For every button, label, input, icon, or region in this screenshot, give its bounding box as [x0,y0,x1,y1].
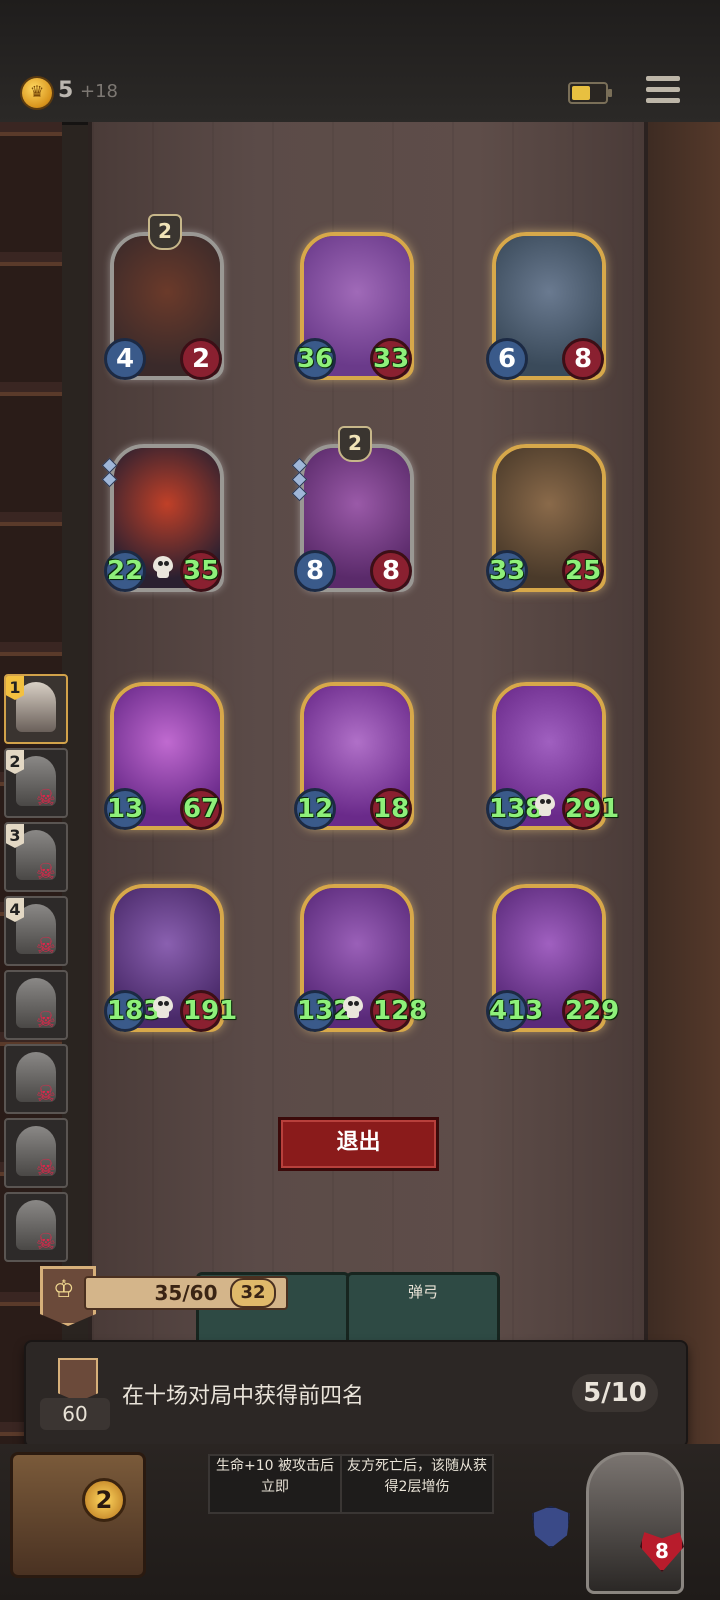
player-slot[interactable]: 4 ☠ [4,896,68,966]
card-attack: 12 [294,788,336,830]
card-red-haired-archer[interactable]: 33 25 [486,438,606,592]
card-black-panther[interactable]: 183 191 [104,878,237,1032]
card-health: 67 [180,788,222,830]
exit-button[interactable]: 退出 [278,1117,439,1171]
player-slot[interactable]: ☠ [4,1192,68,1262]
card-attack: 183 [104,990,161,1032]
item-description-right: 友方死亡后，该随从获得2层增伤 [340,1454,494,1514]
card-writer[interactable]: 12 18 [294,676,414,830]
card-attack: 22 [104,550,146,592]
card-attack: 413 [486,990,543,1032]
quest-crown-icon [58,1358,98,1402]
top-bar [0,0,720,125]
eliminated-skull-icon: ☠ [36,934,56,959]
card-health: 291 [562,788,619,830]
card-health: 8 [370,550,412,592]
card-health: 229 [562,990,619,1032]
player-slot[interactable]: 2 ☠ [4,748,68,818]
skull-icon [340,996,366,1020]
card-attack: 33 [486,550,528,592]
card-health: 8 [562,338,604,380]
reroll-cost-badge[interactable]: 2 [82,1478,126,1522]
gold-count: 5 [58,78,74,103]
player-slot[interactable]: ☠ [4,1044,68,1114]
item-label: 弹弓 [407,1283,438,1301]
card-attack: 8 [294,550,336,592]
card-attack: 132 [294,990,351,1032]
hero-portrait[interactable] [586,1452,684,1594]
card-deer[interactable]: 132 128 [294,878,427,1032]
shop-chest[interactable] [10,1452,146,1578]
card-health: 2 [180,338,222,380]
quest-text: 在十场对局中获得前四名 [122,1384,365,1409]
card-ghost-beast[interactable]: 68 [486,226,606,380]
player-slot[interactable]: ☠ [4,970,68,1040]
menu-icon[interactable] [646,74,680,106]
player-rank: 1 [6,676,24,700]
gold-coin-icon: ♛ [22,78,52,108]
skull-icon [150,556,176,580]
skull-icon [150,996,176,1020]
eliminated-skull-icon: ☠ [36,1156,56,1181]
item-description-left: 生命+10 被攻击后立即 [208,1454,342,1514]
card-masked-cook[interactable]: 36 33 [294,226,414,380]
right-bookshelf [640,122,720,1452]
card-level-badge: 2 [338,426,372,462]
player-slot[interactable]: 3 ☠ [4,822,68,892]
card-health: 35 [180,550,222,592]
player-slot[interactable]: ☠ [4,1118,68,1188]
card-red-demon[interactable]: 22 35 [101,438,224,592]
card-spotted-dog[interactable]: 413 229 [486,878,619,1032]
card-health: 25 [562,550,604,592]
player-rank: 3 [6,824,24,848]
gold-badge: 32 [230,1278,276,1308]
player-rank: 4 [6,898,24,922]
eliminated-skull-icon: ☠ [36,1008,56,1033]
eliminated-skull-icon: ☠ [36,786,56,811]
quest-reward: 60 [40,1398,110,1430]
quest-progress: 5/10 [572,1374,658,1412]
player-slot[interactable]: 1 [4,674,68,744]
card-shaman-bird[interactable]: 138 291 [486,676,619,830]
card-health: 128 [370,990,427,1032]
eliminated-skull-icon: ☠ [36,1230,56,1255]
card-health: 191 [180,990,237,1032]
eliminated-skull-icon: ☠ [36,1082,56,1107]
card-attack: 6 [486,338,528,380]
skull-icon [532,794,558,818]
card-fairy[interactable]: 13 67 [104,676,224,830]
card-level-badge: 2 [148,214,182,250]
card-bearded-brute[interactable]: 2 88 [291,426,414,592]
eliminated-skull-icon: ☠ [36,860,56,885]
card-attack: 36 [294,338,336,380]
card-attack: 4 [104,338,146,380]
player-rank: 2 [6,750,24,774]
battery-icon [568,82,612,104]
card-attack: 13 [104,788,146,830]
card-health: 33 [370,338,412,380]
card-health: 18 [370,788,412,830]
gold-bonus: +18 [80,81,118,102]
card-armored-knight[interactable]: 242 [104,214,224,380]
card-attack: 138 [486,788,543,830]
